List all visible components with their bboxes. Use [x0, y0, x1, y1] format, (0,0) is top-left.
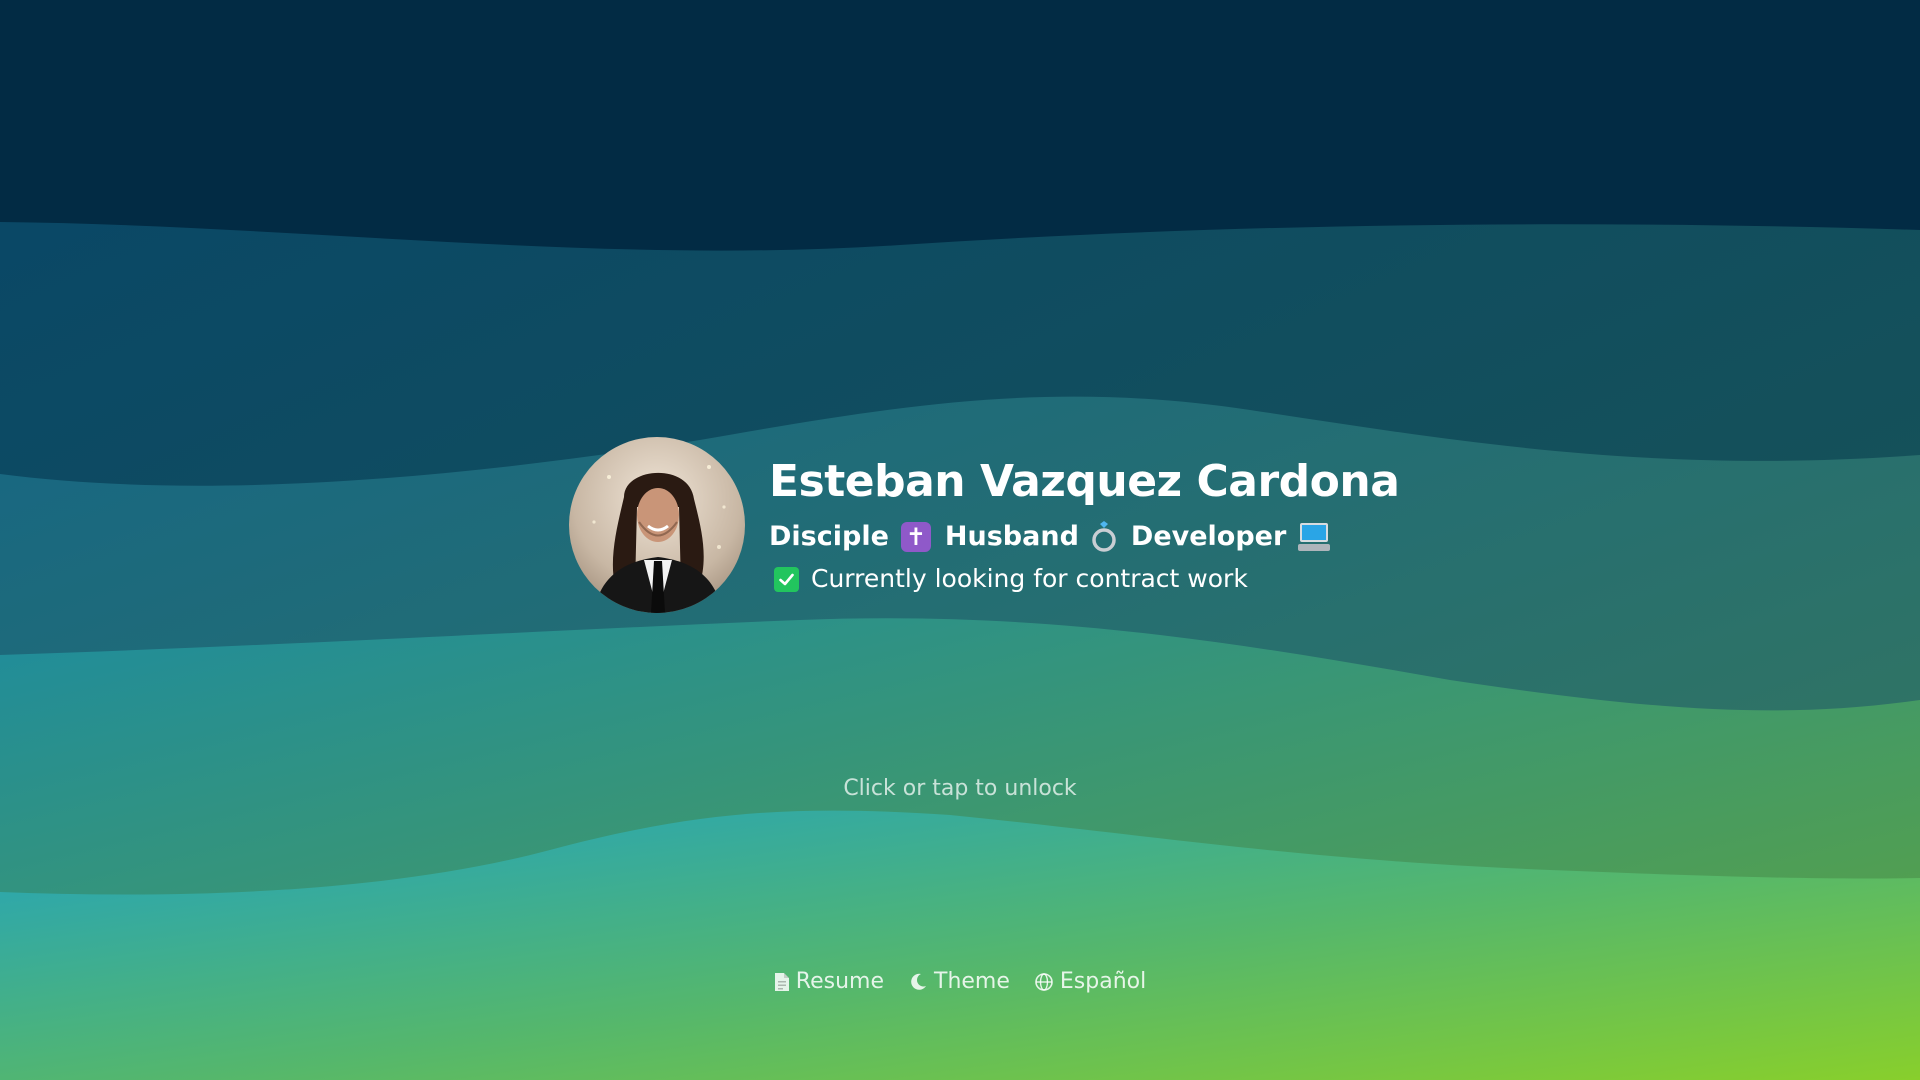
- cross-icon: ✝: [900, 522, 931, 552]
- lock-screen[interactable]: Esteban Vazquez Cardona Disciple ✝ Husba…: [0, 0, 1920, 1080]
- globe-icon: [1035, 973, 1053, 991]
- ring-icon: [1091, 521, 1117, 553]
- computer-icon: [1298, 521, 1331, 553]
- profile-name: Esteban Vazquez Cardona: [769, 456, 1400, 507]
- theme-toggle[interactable]: Theme: [908, 967, 1010, 997]
- role-husband: Husband: [944, 521, 1079, 552]
- role-disciple: Disciple: [769, 521, 889, 552]
- moon-icon: [911, 973, 926, 990]
- profile-photo-icon: [592, 465, 726, 613]
- document-icon: [774, 973, 789, 991]
- avatar: [569, 437, 745, 613]
- check-mark-icon: [774, 566, 799, 592]
- availability-status: Currently looking for contract work: [769, 563, 1399, 595]
- profile-tagline: Disciple ✝ Husband Developer: [769, 519, 1399, 555]
- theme-label: Theme: [934, 969, 1010, 994]
- resume-label: Resume: [795, 969, 884, 994]
- resume-link[interactable]: Resume: [774, 967, 884, 997]
- language-label: Español: [1059, 969, 1147, 994]
- role-developer: Developer: [1130, 521, 1287, 552]
- footer-links: Resume Theme Español: [0, 967, 1920, 997]
- profile-card: Esteban Vazquez Cardona Disciple ✝ Husba…: [569, 437, 1400, 613]
- language-toggle[interactable]: Español: [1034, 967, 1146, 997]
- unlock-hint[interactable]: Click or tap to unlock: [0, 774, 1920, 804]
- status-text: Currently looking for contract work: [811, 564, 1248, 593]
